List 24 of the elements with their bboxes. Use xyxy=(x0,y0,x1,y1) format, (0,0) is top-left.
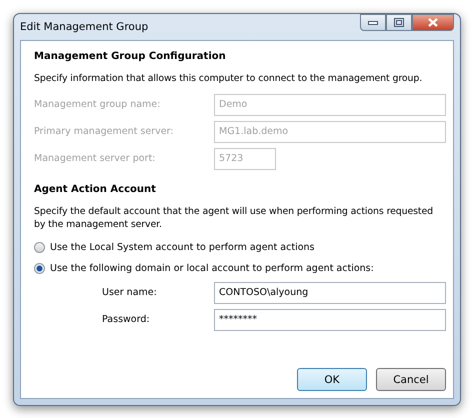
ok-button[interactable]: OK xyxy=(297,368,367,391)
text-field[interactable]: ******** xyxy=(214,308,446,330)
close-icon xyxy=(428,18,438,27)
field-label: User name: xyxy=(102,287,158,298)
field-label: Management group name: xyxy=(34,99,162,110)
text-field[interactable]: CONTOSO\alyoung xyxy=(214,282,446,304)
radio-label: Use the Local System account to perform agent actions xyxy=(50,242,314,253)
maximize-icon xyxy=(394,18,404,27)
section-description: Specify the default account that the agent will use when performing actions requested by the management server. xyxy=(34,205,434,231)
radio-button[interactable] xyxy=(34,263,45,274)
radio-label: Use the following domain or local account to perform agent actions: xyxy=(50,263,374,274)
radio-button[interactable] xyxy=(34,242,45,253)
field-label: Primary management server: xyxy=(34,126,174,137)
window-title: Edit Management Group xyxy=(20,21,148,33)
maximize-button[interactable] xyxy=(386,14,412,31)
field-label: Password: xyxy=(102,314,151,325)
minimize-button[interactable] xyxy=(360,14,386,31)
close-button[interactable] xyxy=(412,14,454,31)
section-heading: Management Group Configuration xyxy=(34,51,227,62)
section-description: Specify information that allows this computer to connect to the management group. xyxy=(34,72,424,85)
cancel-button[interactable]: Cancel xyxy=(376,368,446,391)
minimize-icon xyxy=(368,20,378,24)
section-heading: Agent Action Account xyxy=(34,184,157,195)
field-label: Management server port: xyxy=(34,153,156,164)
